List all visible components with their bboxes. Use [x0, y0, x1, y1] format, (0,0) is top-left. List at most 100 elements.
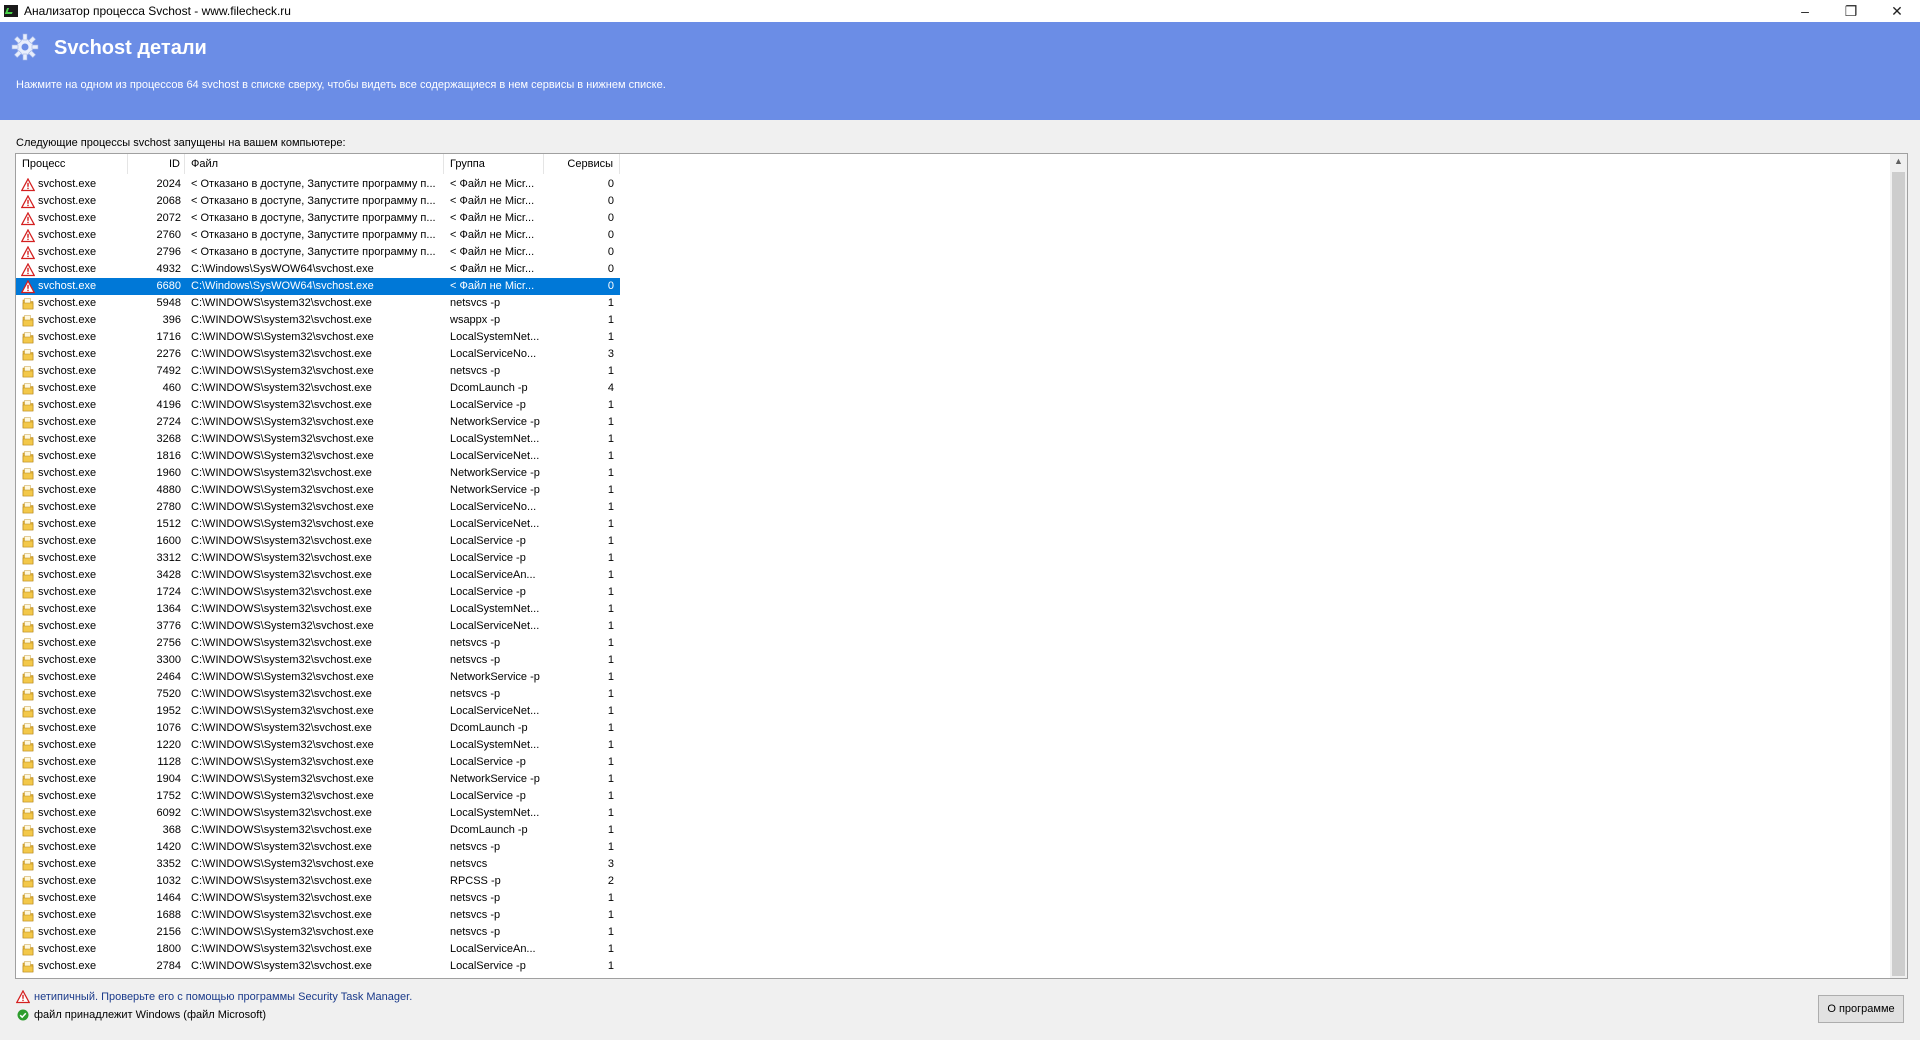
process-name: svchost.exe [38, 382, 97, 394]
column-header-group[interactable]: Группа [444, 154, 544, 174]
table-row[interactable]: svchost.exe 7520 C:\WINDOWS\system32\svcho… [16, 686, 620, 703]
cell-process: svchost.exe [16, 686, 128, 703]
folder-icon [21, 518, 35, 532]
column-header-process[interactable]: Процесс [16, 154, 128, 174]
cell-process: svchost.exe [16, 482, 128, 499]
cell-services: 1 [607, 671, 614, 683]
table-row[interactable]: svchost.exe 4932 C:\Windows\SysWOW64\svcho… [16, 261, 620, 278]
table-row[interactable]: svchost.exe 1076 C:\WINDOWS\system32\svcho… [16, 720, 620, 737]
table-row[interactable]: svchost.exe 2464 C:\WINDOWS\System32\svcho… [16, 669, 620, 686]
restore-button[interactable]: ❐ [1828, 0, 1874, 22]
cell-services: 1 [607, 416, 614, 428]
table-row[interactable]: svchost.exe 2072 < Отказано в доступе, Зап… [16, 210, 620, 227]
table-row[interactable]: svchost.exe 1128 C:\WINDOWS\System32\svcho… [16, 754, 620, 771]
table-row[interactable]: svchost.exe 1420 C:\WINDOWS\system32\svcho… [16, 839, 620, 856]
table-row[interactable]: svchost.exe 1600 C:\WINDOWS\system32\svcho… [16, 533, 620, 550]
cell-services: 1 [607, 518, 614, 530]
table-row[interactable]: svchost.exe 1512 C:\WINDOWS\System32\svcho… [16, 516, 620, 533]
vertical-scrollbar[interactable]: ▲ [1890, 154, 1907, 978]
column-header-file[interactable]: Файл [185, 154, 444, 174]
list-header: Процесс ID Файл Группа Сервисы [16, 154, 620, 174]
table-row[interactable]: svchost.exe 3300 C:\WINDOWS\system32\svcho… [16, 652, 620, 669]
table-row[interactable]: svchost.exe 460 C:\WINDOWS\system32\svchos… [16, 380, 620, 397]
cell-process: svchost.exe [16, 414, 128, 431]
table-row[interactable]: svchost.exe 1032 C:\WINDOWS\system32\svcho… [16, 873, 620, 890]
table-row[interactable]: svchost.exe 1364 C:\WINDOWS\system32\svcho… [16, 601, 620, 618]
table-row[interactable]: svchost.exe 4196 C:\WINDOWS\system32\svcho… [16, 397, 620, 414]
folder-icon [21, 705, 35, 719]
cell-file: C:\WINDOWS\system32\svchost.exe [191, 637, 372, 649]
table-row[interactable]: svchost.exe 2724 C:\WINDOWS\System32\svcho… [16, 414, 620, 431]
cell-services: 1 [607, 943, 614, 955]
table-row[interactable]: svchost.exe 2796 < Отказано в доступе, Зап… [16, 244, 620, 261]
cell-group: wsappx -p [450, 314, 501, 326]
process-name: svchost.exe [38, 773, 97, 785]
cell-file: C:\WINDOWS\system32\svchost.exe [191, 314, 372, 326]
process-name: svchost.exe [38, 909, 97, 921]
table-row[interactable]: svchost.exe 1464 C:\WINDOWS\system32\svcho… [16, 890, 620, 907]
cell-file: C:\WINDOWS\System32\svchost.exe [191, 501, 374, 513]
table-row[interactable]: svchost.exe 2156 C:\WINDOWS\System32\svcho… [16, 924, 620, 941]
table-row[interactable]: svchost.exe 1752 C:\WINDOWS\System32\svcho… [16, 788, 620, 805]
minimize-button[interactable]: – [1782, 0, 1828, 22]
process-name: svchost.exe [38, 841, 97, 853]
table-row[interactable]: svchost.exe 6092 C:\WINDOWS\system32\svcho… [16, 805, 620, 822]
cell-group: netsvcs -p [450, 841, 501, 853]
table-row[interactable]: svchost.exe 2784 C:\WINDOWS\system32\svcho… [16, 958, 620, 975]
table-row[interactable]: svchost.exe 2024 < Отказано в доступе, Зап… [16, 176, 620, 193]
table-row[interactable]: svchost.exe 3776 C:\WINDOWS\System32\svcho… [16, 618, 620, 635]
table-row[interactable]: svchost.exe 396 C:\WINDOWS\system32\svchos… [16, 312, 620, 329]
cell-id: 2780 [156, 501, 181, 513]
scrollbar-thumb[interactable] [1892, 172, 1905, 976]
table-row[interactable]: svchost.exe 1800 C:\WINDOWS\system32\svcho… [16, 941, 620, 958]
about-button[interactable]: О программе [1818, 995, 1904, 1023]
cell-file: C:\WINDOWS\System32\svchost.exe [191, 433, 374, 445]
table-row[interactable]: svchost.exe 2068 < Отказано в доступе, Зап… [16, 193, 620, 210]
table-row[interactable]: svchost.exe 1220 C:\WINDOWS\System32\svcho… [16, 737, 620, 754]
cell-services: 1 [607, 365, 614, 377]
table-row[interactable]: svchost.exe 3352 C:\WINDOWS\System32\svcho… [16, 856, 620, 873]
process-name: svchost.exe [38, 892, 97, 904]
table-row[interactable]: svchost.exe 2760 < Отказано в доступе, Зап… [16, 227, 620, 244]
cell-process: svchost.exe [16, 312, 128, 329]
table-row[interactable]: svchost.exe 7492 C:\WINDOWS\System32\svcho… [16, 363, 620, 380]
column-header-id[interactable]: ID [128, 154, 185, 174]
table-row[interactable]: svchost.exe 2756 C:\WINDOWS\system32\svcho… [16, 635, 620, 652]
table-row[interactable]: svchost.exe 3312 C:\WINDOWS\system32\svcho… [16, 550, 620, 567]
cell-group: netsvcs -p [450, 637, 501, 649]
table-row[interactable]: svchost.exe 1952 C:\WINDOWS\System32\svcho… [16, 703, 620, 720]
table-row[interactable]: svchost.exe 1716 C:\WINDOWS\System32\svcho… [16, 329, 620, 346]
table-row[interactable]: svchost.exe 368 C:\WINDOWS\system32\svchos… [16, 822, 620, 839]
process-list[interactable]: Процесс ID Файл Группа Сервисы svchost.e… [15, 153, 1908, 979]
cell-group: netsvcs -p [450, 926, 501, 938]
process-name: svchost.exe [38, 297, 97, 309]
table-row[interactable]: svchost.exe 2276 C:\WINDOWS\system32\svcho… [16, 346, 620, 363]
table-row[interactable]: svchost.exe 1904 C:\WINDOWS\System32\svcho… [16, 771, 620, 788]
cell-group: netsvcs -p [450, 892, 501, 904]
cell-services: 1 [607, 637, 614, 649]
cell-id: 2068 [156, 195, 181, 207]
minimize-icon: – [1801, 3, 1809, 19]
table-row[interactable]: svchost.exe 1724 C:\WINDOWS\system32\svcho… [16, 584, 620, 601]
table-row[interactable]: svchost.exe 2780 C:\WINDOWS\System32\svcho… [16, 499, 620, 516]
folder-icon [21, 654, 35, 668]
cell-process: svchost.exe [16, 278, 128, 295]
table-row[interactable]: svchost.exe 1688 C:\WINDOWS\system32\svcho… [16, 907, 620, 924]
close-button[interactable]: ✕ [1874, 0, 1920, 22]
cell-group: < Файл не Micr... [450, 263, 535, 275]
table-row[interactable]: svchost.exe 1816 C:\WINDOWS\System32\svcho… [16, 448, 620, 465]
cell-process: svchost.exe [16, 703, 128, 720]
folder-icon [21, 365, 35, 379]
table-row[interactable]: svchost.exe 3268 C:\WINDOWS\System32\svcho… [16, 431, 620, 448]
process-name: svchost.exe [38, 450, 97, 462]
cell-process: svchost.exe [16, 754, 128, 771]
table-row[interactable]: svchost.exe 4880 C:\WINDOWS\System32\svcho… [16, 482, 620, 499]
table-row[interactable]: svchost.exe 1960 C:\WINDOWS\system32\svcho… [16, 465, 620, 482]
column-header-services[interactable]: Сервисы [544, 154, 620, 174]
table-row[interactable]: svchost.exe 5948 C:\WINDOWS\system32\svcho… [16, 295, 620, 312]
table-row[interactable]: svchost.exe 3428 C:\WINDOWS\system32\svcho… [16, 567, 620, 584]
cell-services: 1 [607, 705, 614, 717]
scroll-up-icon[interactable]: ▲ [1894, 156, 1903, 166]
table-row[interactable]: svchost.exe 6680 C:\Windows\SysWOW64\svcho… [16, 278, 620, 295]
cell-services: 1 [607, 926, 614, 938]
